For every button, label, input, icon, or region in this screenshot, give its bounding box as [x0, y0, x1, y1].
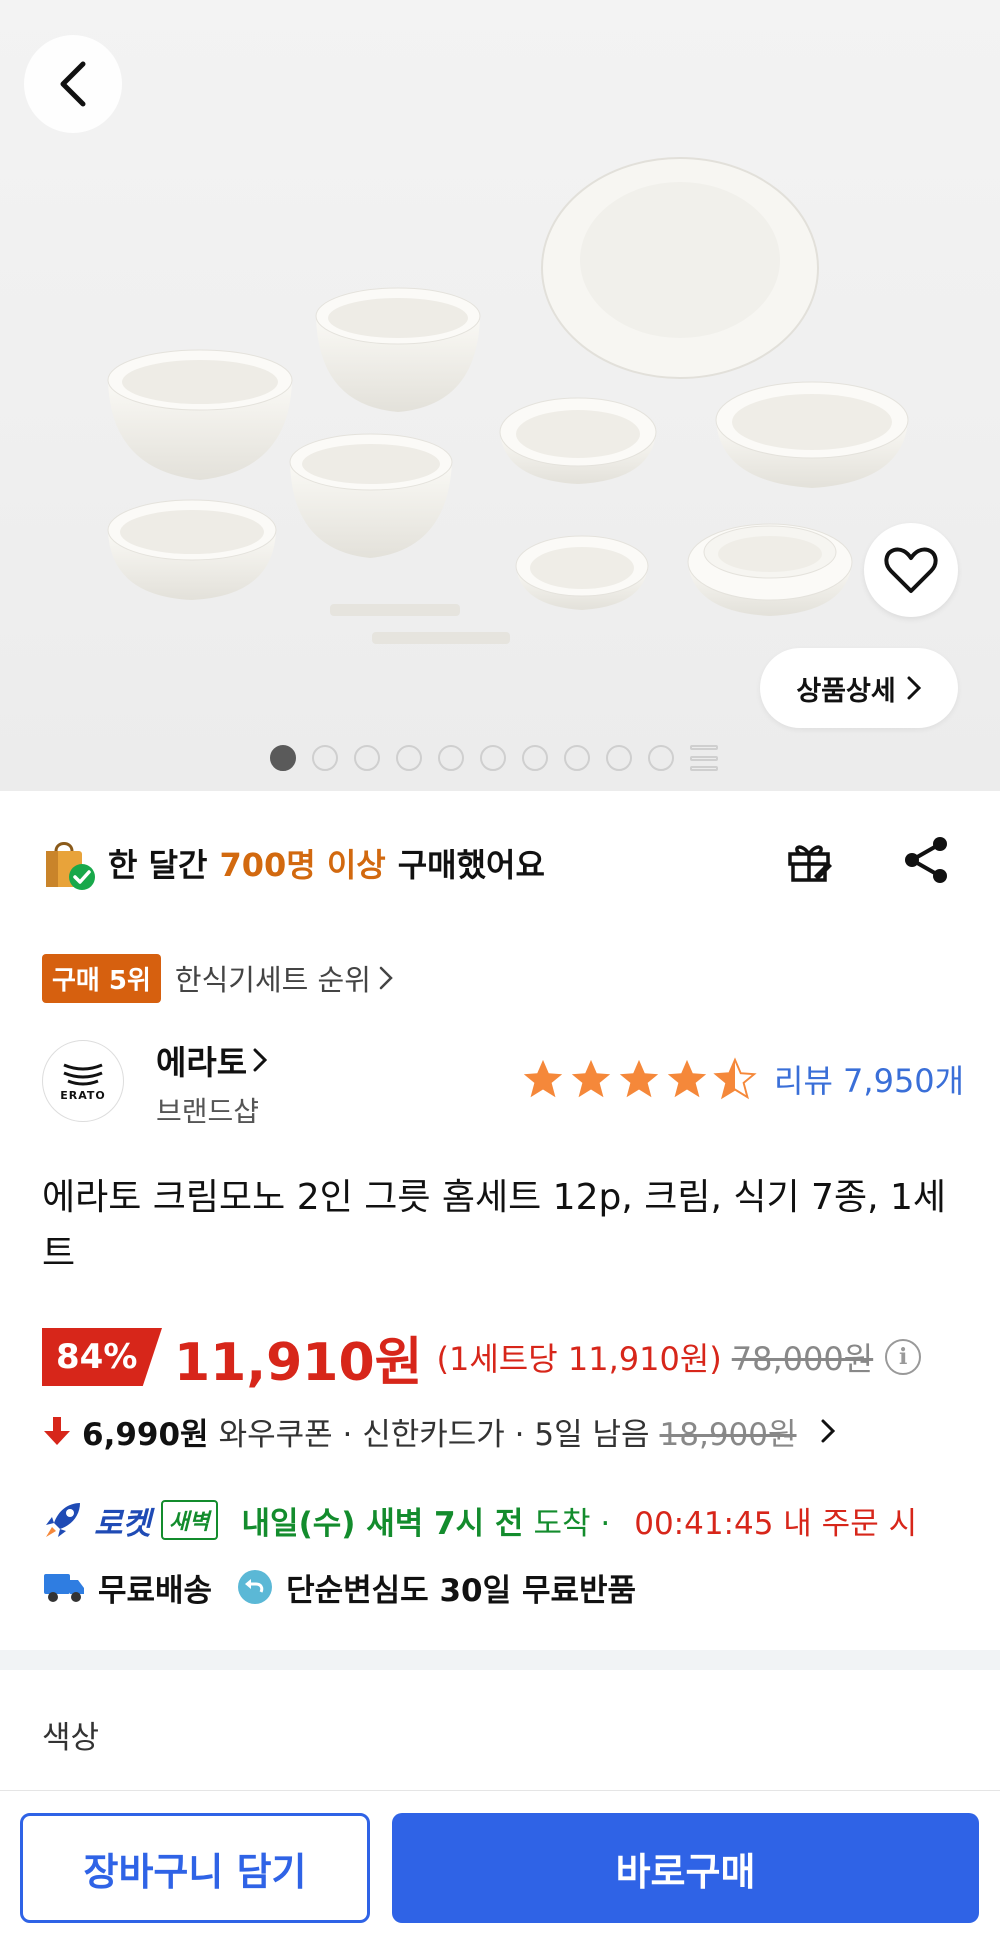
arrow-down-icon	[44, 1417, 70, 1445]
carousel-dot[interactable]	[354, 745, 380, 771]
coupon-original-price: 18,900원	[659, 1416, 797, 1453]
arrival-suffix: 도착 ·	[533, 1505, 611, 1542]
gift-icon	[788, 845, 832, 882]
heart-icon	[884, 547, 938, 593]
rocket-icon	[46, 1503, 80, 1537]
carousel-dot[interactable]	[438, 745, 464, 771]
review-count-link[interactable]: 리뷰 7,950개	[774, 1056, 964, 1102]
coupon-description: 와우쿠폰 · 신한카드가 · 5일 남음	[218, 1416, 650, 1453]
coupon-price-row[interactable]: 6,990원 와우쿠폰 · 신한카드가 · 5일 남음 18,900원	[42, 1406, 841, 1456]
price-row: 84% 11,910원 (1세트당 11,910원) 78,000원 i	[42, 1325, 922, 1393]
product-detail-label: 상품상세	[796, 675, 896, 707]
star-full-icon	[571, 1059, 611, 1098]
shipping-row: 무료배송 단순변심도 30일 무료반품	[42, 1562, 636, 1612]
brand-logo-mark	[63, 1063, 103, 1085]
chevron-right-icon	[253, 1048, 268, 1072]
arrival-date: 내일(수) 새벽 7시 전	[241, 1505, 524, 1542]
rocket-label: 로켓	[94, 1505, 152, 1542]
brand-logo-text: ERATO	[60, 1088, 106, 1102]
brand-logo[interactable]: ERATO	[42, 1040, 124, 1122]
truck-icon	[44, 1574, 84, 1602]
chevron-right-icon	[821, 1419, 835, 1443]
chevron-right-icon	[379, 966, 393, 990]
chevron-left-icon	[60, 61, 86, 107]
gift-button[interactable]	[784, 836, 834, 886]
ranking-row[interactable]: 구매 5위 한식기세트 순위	[42, 953, 393, 1003]
carousel-dot[interactable]	[564, 745, 590, 771]
share-button[interactable]	[898, 832, 954, 888]
add-to-cart-button[interactable]: 장바구니 담기	[20, 1813, 370, 1923]
color-option-label: 색상	[42, 1720, 100, 1756]
rank-category-link[interactable]: 한식기세트 순위	[175, 957, 393, 999]
rank-badge: 구매 5위	[42, 953, 161, 1003]
info-icon[interactable]: i	[885, 1339, 922, 1375]
carousel-dot[interactable]	[312, 745, 338, 771]
carousel-dot[interactable]	[270, 745, 296, 771]
carousel-dot[interactable]	[480, 745, 506, 771]
shopping-bag-check-icon	[46, 842, 95, 890]
carousel-dot[interactable]	[648, 745, 674, 771]
order-countdown: 00:41:45 내 주문 시	[634, 1505, 918, 1542]
delivery-row: 로켓 새벽 내일(수) 새벽 7시 전 도착 · 00:41:45 내 주문 시	[42, 1494, 917, 1546]
brand-name-link[interactable]: 에라토	[156, 1036, 268, 1084]
free-shipping-label: 무료배송	[98, 1572, 213, 1609]
dawn-badge: 새벽	[161, 1500, 218, 1540]
original-price: 78,000원	[731, 1340, 874, 1378]
brand-shop-label: 브랜드샵	[156, 1095, 260, 1128]
rating-summary[interactable]: 리뷰 7,950개	[520, 1055, 964, 1103]
purchase-suffix: 구매했어요	[397, 846, 545, 884]
wishlist-button[interactable]	[864, 523, 958, 617]
brand-name: 에라토	[156, 1043, 248, 1082]
share-icon	[905, 837, 947, 883]
sale-price: 11,910원	[174, 1332, 423, 1393]
return-icon	[238, 1570, 273, 1604]
section-divider	[0, 1650, 1000, 1670]
product-detail-button[interactable]: 상품상세	[760, 648, 958, 728]
star-full-icon	[619, 1059, 659, 1098]
product-image-carousel[interactable]: 상품상세	[0, 0, 1000, 791]
free-return-label: 단순변심도 30일 무료반품	[286, 1572, 637, 1609]
bottom-action-bar: 장바구니 담기 바로구매	[0, 1790, 1000, 1945]
star-full-icon	[667, 1059, 707, 1098]
purchase-highlight: 700명 이상	[219, 846, 386, 884]
star-half-icon	[713, 1057, 757, 1100]
carousel-dot[interactable]	[396, 745, 422, 771]
purchase-prefix: 한 달간	[108, 846, 208, 884]
chevron-right-icon	[907, 676, 921, 700]
discount-badge: 84%	[42, 1328, 162, 1386]
rank-category-label: 한식기세트 순위	[174, 963, 371, 997]
buy-now-button[interactable]: 바로구매	[392, 1813, 979, 1923]
purchase-count-banner: 한 달간 700명 이상 구매했어요	[42, 833, 545, 893]
product-title: 에라토 크림모노 2인 그릇 홈세트 12p, 크림, 식기 7종, 1세트	[42, 1177, 946, 1274]
star-full-icon	[523, 1059, 563, 1098]
carousel-dot[interactable]	[606, 745, 632, 771]
grid-view-icon[interactable]	[690, 745, 718, 771]
unit-price: (1세트당 11,910원)	[436, 1340, 722, 1378]
carousel-dot[interactable]	[522, 745, 548, 771]
back-button[interactable]	[24, 35, 122, 133]
carousel-indicator	[270, 744, 718, 772]
coupon-price: 6,990원	[82, 1416, 209, 1453]
